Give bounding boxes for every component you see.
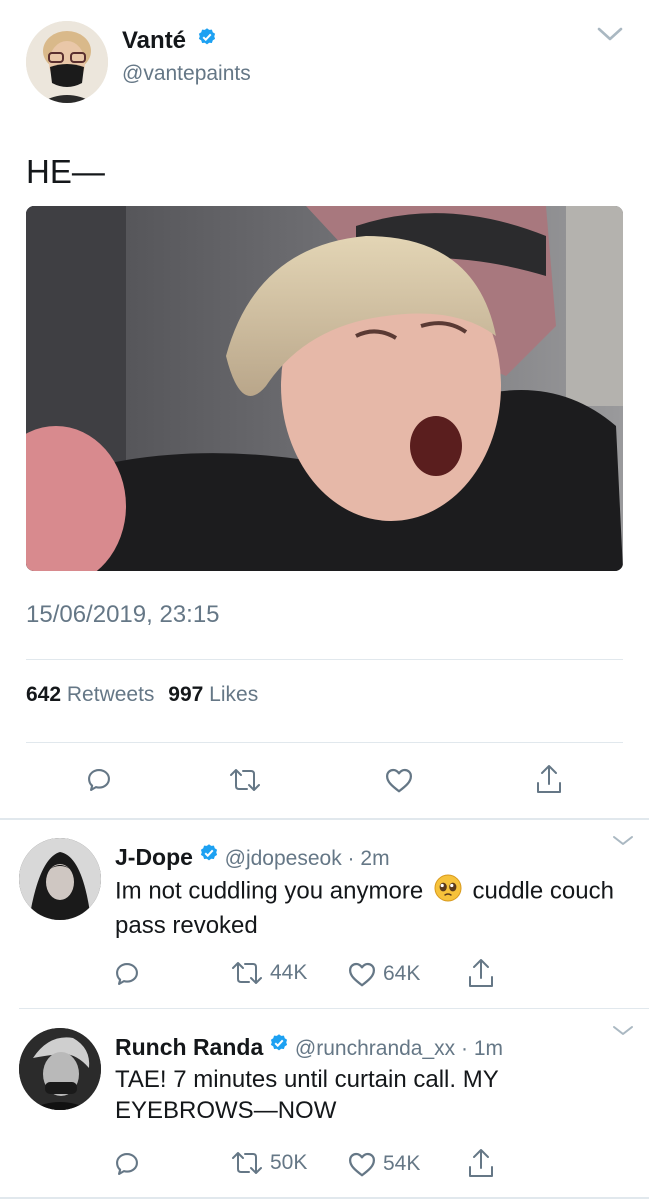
- media-photo: [26, 206, 623, 571]
- reply-author-handle[interactable]: @jdopeseok: [225, 847, 342, 870]
- retweets-count: 642: [26, 683, 62, 706]
- like-action[interactable]: 54K: [347, 1150, 420, 1178]
- reply-time[interactable]: 2m: [360, 847, 389, 870]
- reply-icon[interactable]: [85, 766, 113, 794]
- reply-icon[interactable]: [113, 960, 141, 988]
- like-count: 64K: [383, 962, 421, 985]
- chevron-down-icon[interactable]: [611, 1024, 635, 1038]
- retweet-action[interactable]: 44K: [230, 960, 307, 986]
- verified-badge-icon: [269, 1033, 289, 1061]
- reply-time[interactable]: 1m: [474, 1037, 503, 1060]
- reply-author-name[interactable]: Runch Randa: [115, 1034, 263, 1060]
- section-divider: [0, 818, 649, 820]
- like-heart-icon: [347, 1150, 377, 1178]
- author-name[interactable]: Vanté: [122, 27, 186, 54]
- verified-badge-icon: [197, 25, 217, 55]
- likes-count: 997: [168, 683, 204, 706]
- separator-dot: ·: [347, 847, 355, 870]
- separator-dot: ·: [461, 1037, 469, 1060]
- reply-author-name[interactable]: J-Dope: [115, 844, 193, 870]
- divider: [26, 742, 623, 743]
- chevron-down-icon[interactable]: [596, 24, 624, 44]
- verified-badge-icon: [199, 843, 219, 871]
- like-heart-icon: [347, 960, 377, 988]
- pleading-face-emoji-icon: [434, 874, 462, 910]
- reply-divider: [19, 1008, 649, 1009]
- retweet-icon[interactable]: [228, 767, 262, 793]
- retweet-icon: [230, 1150, 264, 1176]
- retweet-icon: [230, 960, 264, 986]
- like-action[interactable]: 64K: [347, 960, 420, 988]
- author-handle[interactable]: @vantepaints: [122, 61, 251, 87]
- reply-avatar[interactable]: [19, 838, 101, 920]
- avatar-image: [26, 21, 108, 103]
- likes-label: Likes: [209, 683, 259, 706]
- avatar-image: [19, 1028, 101, 1110]
- reply-avatar[interactable]: [19, 1028, 101, 1110]
- like-heart-icon[interactable]: [384, 766, 414, 794]
- reply-author-handle[interactable]: @runchranda_xx: [295, 1037, 455, 1060]
- retweets-label: Retweets: [66, 683, 155, 706]
- tweet-timestamp[interactable]: 15/06/2019, 23:15: [26, 600, 220, 630]
- reply-text-part1: Im not cuddling you anymore: [115, 877, 424, 905]
- retweet-count: 50K: [270, 1151, 308, 1174]
- chevron-down-icon[interactable]: [611, 834, 635, 848]
- avatar-image: [19, 838, 101, 920]
- divider: [26, 659, 623, 660]
- like-count: 54K: [383, 1152, 421, 1175]
- share-icon[interactable]: [466, 957, 496, 989]
- tweet-stats: 642 Retweets 997 Likes: [26, 681, 258, 709]
- retweet-action[interactable]: 50K: [230, 1150, 307, 1176]
- likes-stat[interactable]: 997 Likes: [168, 683, 258, 706]
- reply-text: Im not cuddling you anymore cuddle couch…: [115, 874, 615, 941]
- reply-icon[interactable]: [113, 1150, 141, 1178]
- author-avatar[interactable]: [26, 21, 108, 103]
- share-icon[interactable]: [466, 1147, 496, 1179]
- retweets-stat[interactable]: 642 Retweets: [26, 683, 160, 706]
- bottom-divider: [0, 1197, 649, 1199]
- reply-text: TAE! 7 minutes until curtain call. MY EY…: [115, 1066, 499, 1124]
- tweet-media-image[interactable]: [26, 206, 623, 571]
- tweet-text: HE—: [26, 153, 105, 190]
- share-icon[interactable]: [534, 763, 564, 795]
- retweet-count: 44K: [270, 961, 308, 984]
